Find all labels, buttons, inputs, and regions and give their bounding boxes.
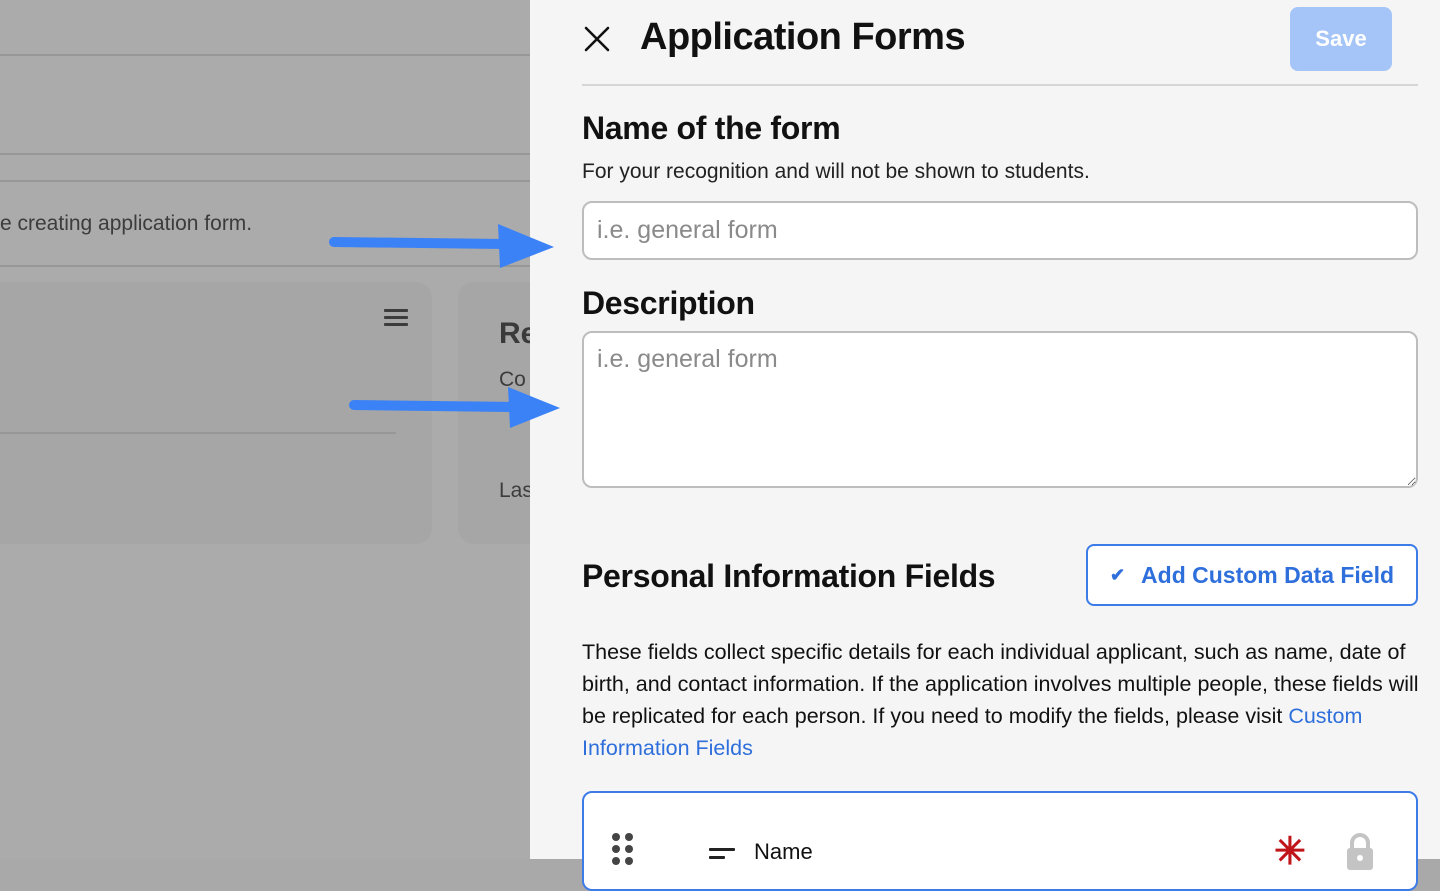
field-label: Name — [754, 839, 813, 864]
background-divider — [0, 432, 396, 434]
background-hint-text: e creating application form. — [0, 212, 253, 235]
description-textarea[interactable] — [582, 331, 1418, 488]
add-custom-data-field-button[interactable]: ✔ Add Custom Data Field — [1086, 544, 1418, 606]
background-divider — [0, 54, 530, 56]
arrow-icon — [349, 387, 560, 428]
arrow-icon — [329, 224, 554, 268]
form-name-heading: Name of the form — [582, 110, 841, 146]
form-name-input[interactable] — [582, 201, 1418, 260]
close-icon[interactable] — [582, 24, 612, 54]
check-icon: ✔ — [1109, 564, 1126, 585]
form-name-helper: For your recognition and will not be sho… — [582, 160, 1090, 183]
description-heading: Description — [582, 285, 755, 321]
short-text-icon — [709, 848, 737, 860]
save-button[interactable]: Save — [1290, 7, 1392, 71]
background-card-footer: Las — [499, 479, 530, 502]
field-row-name[interactable]: Name ✳ — [582, 791, 1418, 891]
header-divider — [582, 84, 1418, 86]
background-divider — [0, 180, 530, 182]
add-custom-data-field-label: Add Custom Data Field — [1141, 561, 1395, 588]
personal-info-heading: Personal Information Fields — [582, 558, 996, 594]
panel-title: Application Forms — [640, 16, 966, 58]
lock-icon — [1344, 831, 1376, 871]
hamburger-menu-icon — [384, 309, 408, 330]
background-divider — [0, 153, 530, 155]
required-asterisk-icon: ✳ — [1274, 831, 1306, 873]
background-card-heading: Re — [499, 317, 530, 350]
personal-info-description: These fields collect specific details fo… — [582, 636, 1422, 764]
